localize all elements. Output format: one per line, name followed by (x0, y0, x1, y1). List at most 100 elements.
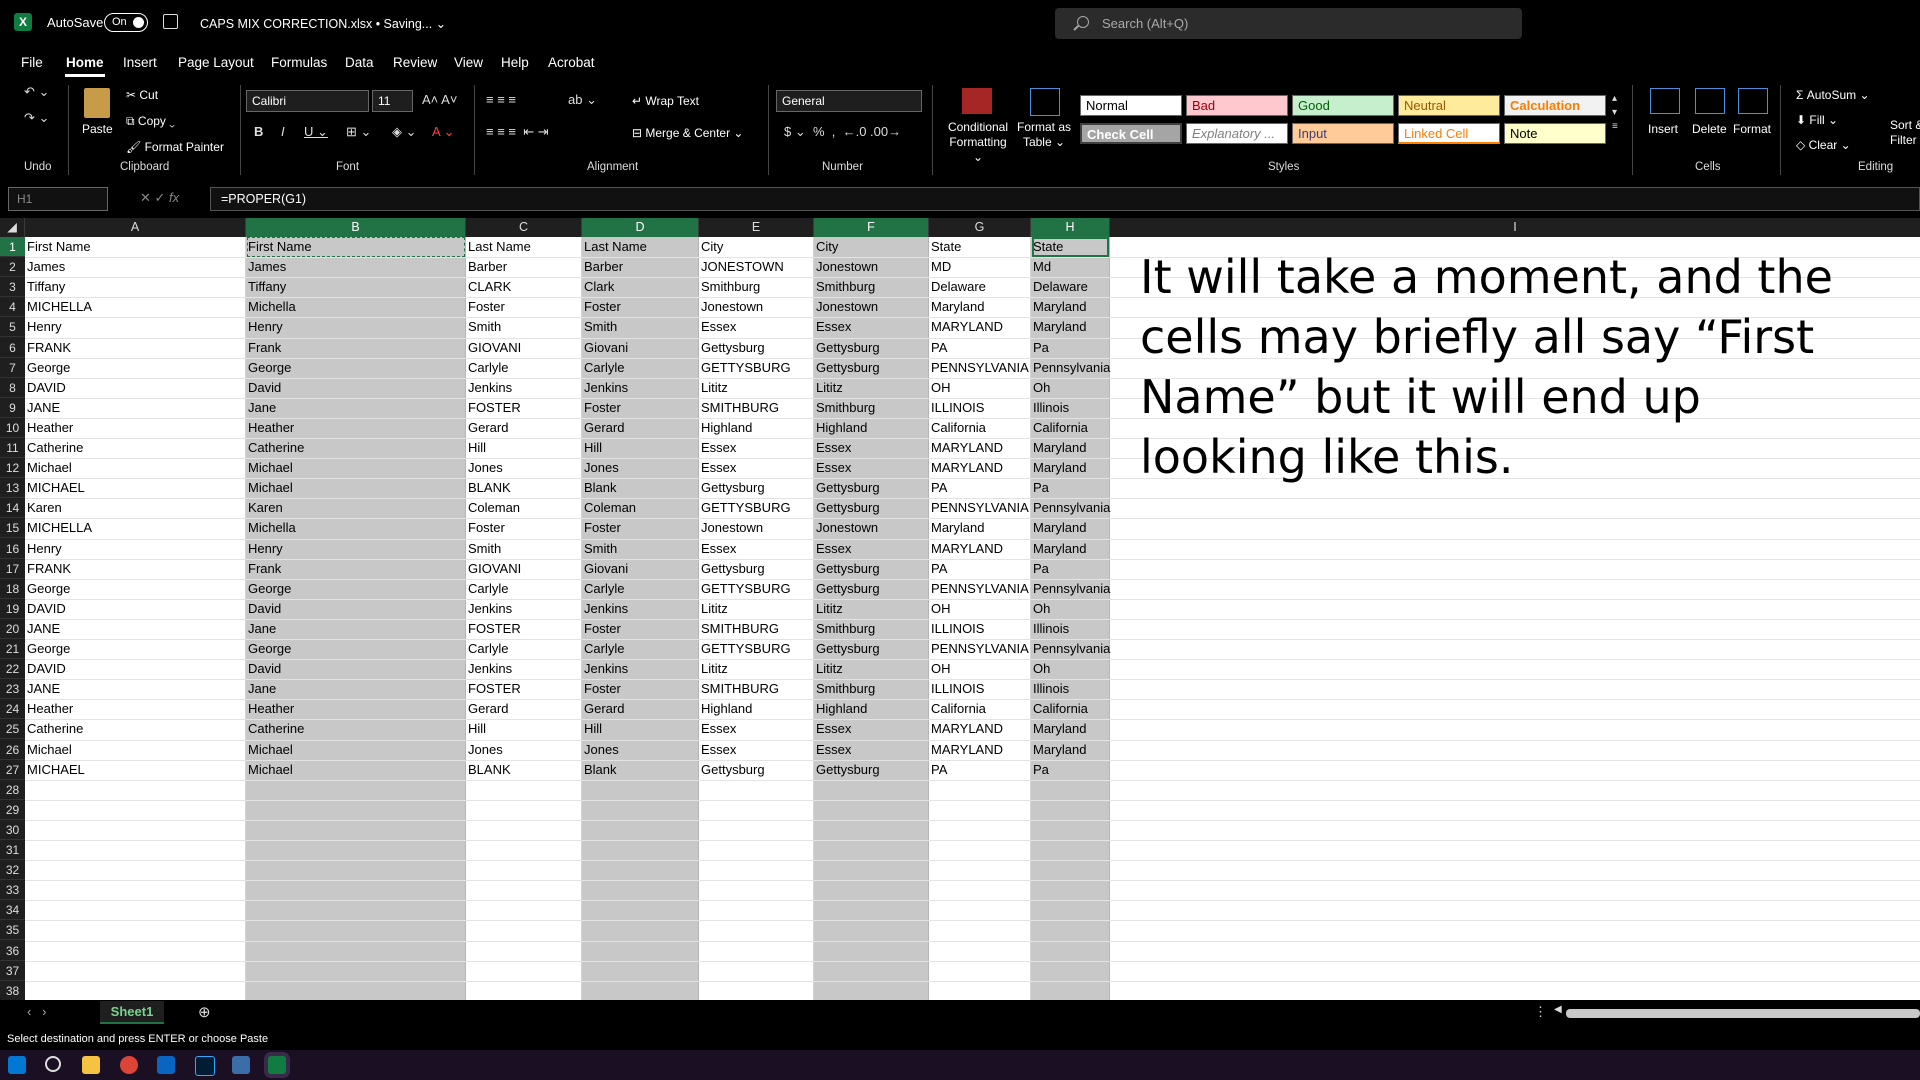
merge-center-button[interactable]: ⊟ Merge & Center ⌄ (632, 126, 743, 140)
table-cell[interactable]: Gettysburg (814, 358, 880, 378)
row-header[interactable]: 13 (0, 478, 25, 499)
table-cell[interactable]: City (814, 237, 838, 257)
table-cell[interactable]: Giovani (582, 559, 628, 579)
table-cell[interactable]: George (25, 639, 70, 659)
table-cell[interactable]: George (246, 579, 291, 599)
menu-home[interactable]: Home (66, 55, 104, 70)
table-cell[interactable]: George (246, 358, 291, 378)
table-cell[interactable]: PENNSYLVANIA (929, 639, 1029, 659)
row-header[interactable]: 12 (0, 458, 25, 479)
row-header[interactable]: 19 (0, 599, 25, 619)
table-cell[interactable]: DAVID (25, 599, 66, 619)
align-top-icon[interactable]: ≡ ≡ ≡ (486, 92, 516, 107)
table-cell[interactable]: PA (929, 338, 947, 358)
table-cell[interactable]: Foster (466, 518, 505, 538)
table-cell[interactable]: Catherine (25, 438, 83, 458)
table-cell[interactable]: Michael (246, 740, 293, 760)
table-cell[interactable]: FRANK (25, 338, 71, 358)
format-cells-button[interactable]: Format (1733, 122, 1771, 136)
table-cell[interactable]: SMITHBURG (699, 619, 779, 639)
table-cell[interactable]: PENNSYLVANIA (929, 498, 1029, 518)
table-cell[interactable]: Gettysburg (814, 559, 880, 579)
table-cell[interactable]: MARYLAND (929, 719, 1003, 739)
paste-icon[interactable] (84, 88, 110, 118)
undo-icon[interactable]: ↶ ⌄ (24, 84, 49, 100)
table-cell[interactable]: Smithburg (814, 619, 875, 639)
column-header-d[interactable]: D (582, 218, 699, 237)
table-cell[interactable]: Smithburg (814, 277, 875, 297)
table-cell[interactable]: Heather (25, 699, 73, 719)
style-good[interactable]: Good (1292, 95, 1394, 116)
row-header[interactable]: 27 (0, 760, 25, 780)
table-cell[interactable]: Illinois (1031, 619, 1069, 639)
table-cell[interactable]: George (25, 358, 70, 378)
row-header[interactable]: 15 (0, 518, 25, 539)
table-cell[interactable]: Gettysburg (814, 498, 880, 518)
autosum-button[interactable]: Σ AutoSum ⌄ (1796, 88, 1870, 102)
table-cell[interactable]: Illinois (1031, 679, 1069, 699)
sheet-tab-sheet1[interactable]: Sheet1 (100, 1001, 164, 1024)
table-cell[interactable]: Jones (466, 740, 503, 760)
table-cell[interactable]: Highland (814, 699, 867, 719)
table-cell[interactable]: MICHELLA (25, 297, 92, 317)
table-cell[interactable]: Jenkins (466, 378, 512, 398)
style-note[interactable]: Note (1504, 123, 1606, 144)
table-cell[interactable]: James (25, 257, 65, 277)
column-header-a[interactable]: A (25, 218, 246, 237)
table-cell[interactable]: Smith (582, 539, 617, 559)
column-header-f[interactable]: F (814, 218, 929, 237)
table-cell[interactable]: FOSTER (466, 619, 521, 639)
row-header[interactable]: 14 (0, 498, 25, 519)
table-cell[interactable]: Maryland (1031, 539, 1086, 559)
table-cell[interactable]: California (1031, 699, 1088, 719)
table-cell[interactable]: Jonestown (699, 518, 763, 538)
table-cell[interactable]: Henry (25, 317, 62, 337)
row-header[interactable]: 1 (0, 237, 25, 257)
tab-scroll-left-icon[interactable]: ‹ › (27, 1004, 47, 1019)
row-header[interactable]: 31 (0, 840, 25, 860)
column-header-i[interactable]: I (1110, 218, 1920, 237)
row-header[interactable]: 22 (0, 659, 25, 680)
table-cell[interactable]: OH (929, 599, 951, 619)
menu-formulas[interactable]: Formulas (271, 55, 327, 70)
row-header[interactable]: 9 (0, 398, 25, 418)
table-cell[interactable]: JANE (25, 679, 60, 699)
row-header[interactable]: 26 (0, 740, 25, 760)
table-cell[interactable]: MICHAEL (25, 760, 85, 780)
table-cell[interactable]: MARYLAND (929, 458, 1003, 478)
underline-icon[interactable]: U ⌄ (304, 124, 328, 140)
table-cell[interactable]: Gettysburg (814, 478, 880, 498)
row-header[interactable]: 35 (0, 920, 25, 941)
table-cell[interactable]: Maryland (929, 297, 984, 317)
table-cell[interactable]: MARYLAND (929, 317, 1003, 337)
table-cell[interactable]: Jonestown (699, 297, 763, 317)
menu-acrobat[interactable]: Acrobat (548, 55, 595, 70)
table-cell[interactable]: Smith (582, 317, 617, 337)
table-cell[interactable]: Essex (699, 438, 736, 458)
table-cell[interactable]: MARYLAND (929, 740, 1003, 760)
column-header-h[interactable]: H (1031, 218, 1110, 237)
table-cell[interactable]: Hill (466, 438, 486, 458)
orientation-icon[interactable]: ab ⌄ (568, 92, 597, 108)
row-header[interactable]: 30 (0, 820, 25, 840)
italic-icon[interactable]: I (281, 124, 285, 139)
style-input[interactable]: Input (1292, 123, 1394, 144)
table-cell[interactable]: Gettysburg (814, 579, 880, 599)
sort-filter-button[interactable]: Sort & Filter (1890, 118, 1920, 148)
table-cell[interactable]: Essex (699, 317, 736, 337)
table-cell[interactable]: Foster (582, 619, 621, 639)
table-cell[interactable]: Highland (814, 418, 867, 438)
menu-help[interactable]: Help (501, 55, 529, 70)
table-cell[interactable]: David (246, 378, 281, 398)
save-icon[interactable] (163, 14, 178, 29)
row-header[interactable]: 28 (0, 780, 25, 800)
table-cell[interactable]: Michael (246, 458, 293, 478)
table-cell[interactable]: Essex (699, 740, 736, 760)
row-header[interactable]: 37 (0, 961, 25, 981)
table-cell[interactable]: PA (929, 478, 947, 498)
table-cell[interactable]: Gerard (466, 699, 508, 719)
style-calculation[interactable]: Calculation (1504, 95, 1606, 116)
font-color-icon[interactable]: A ⌄ (432, 124, 454, 140)
copy-button[interactable]: ⧉ Copy ⌄ (126, 114, 175, 129)
table-cell[interactable]: Heather (25, 418, 73, 438)
